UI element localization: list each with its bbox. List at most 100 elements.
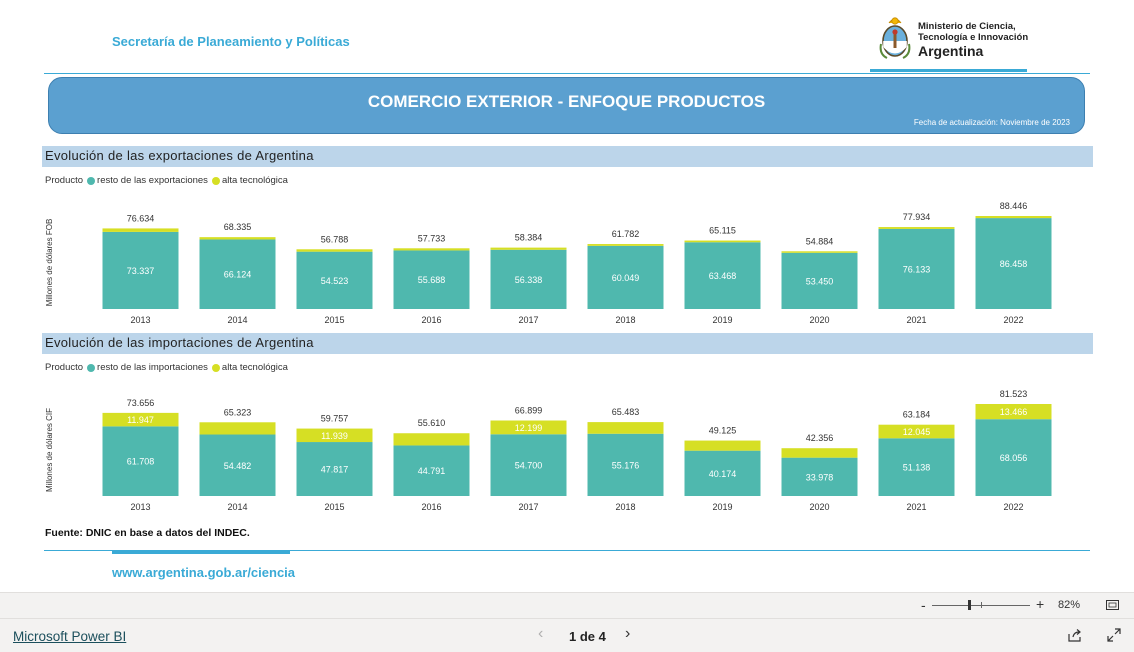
logo-underline [870, 69, 1027, 72]
imports-x-tick-label: 2022 [1003, 502, 1023, 512]
imports-data-label: 44.791 [418, 466, 446, 476]
exports-bar-alta-2019 [684, 240, 761, 243]
imports-bar-alta-2020 [781, 448, 858, 458]
chevron-right-icon[interactable]: › [625, 625, 630, 643]
exports-x-tick-label: 2019 [712, 315, 732, 325]
exports-bar-alta-2022 [975, 216, 1052, 219]
exports-total-label: 58.384 [515, 233, 543, 243]
report-page: Secretaría de Planeamiento y Políticas M… [0, 0, 1134, 592]
imports-data-label: 61.708 [127, 457, 155, 467]
imports-bar-alta-2014 [199, 422, 276, 435]
logo-line-1: Ministerio de Ciencia, [918, 21, 1016, 32]
imports-total-label: 73.656 [127, 398, 155, 408]
imports-data-label: 47.817 [321, 465, 349, 475]
imports-bar-alta-2018 [587, 422, 664, 434]
imports-x-tick-label: 2013 [130, 502, 150, 512]
exports-data-label: 86.458 [1000, 259, 1028, 269]
exports-bar-alta-2020 [781, 251, 858, 253]
chevron-left-icon[interactable]: ‹ [538, 625, 543, 643]
ministry-logo: Ministerio de Ciencia, Tecnología e Inno… [876, 12, 1036, 64]
imports-data-label: 54.482 [224, 461, 252, 471]
imports-data-label: 12.199 [515, 423, 543, 433]
report-title: COMERCIO EXTERIOR - ENFOQUE PRODUCTOS [367, 92, 766, 111]
imports-data-label: 40.174 [709, 469, 737, 479]
exports-total-label: 65.115 [709, 226, 736, 236]
imports-x-tick-label: 2018 [615, 502, 635, 512]
exports-bar-alta-2015 [296, 249, 373, 252]
imports-legend-alta[interactable]: alta tecnológica [222, 362, 288, 373]
imports-legend-title: Producto [45, 362, 84, 373]
exports-x-tick-label: 2013 [130, 315, 150, 325]
exports-chart-title: Evolución de las exportaciones de Argent… [45, 148, 314, 163]
imports-y-axis-label: Millones de dólares CIF [45, 408, 54, 492]
imports-data-label: 33.978 [806, 472, 834, 482]
exports-x-tick-label: 2018 [615, 315, 635, 325]
exports-bar-alta-2016 [393, 248, 470, 251]
exports-bar-alta-2014 [199, 237, 276, 240]
exports-data-label: 55.688 [418, 275, 446, 285]
exports-x-tick-label: 2022 [1003, 315, 1023, 325]
imports-data-label: 11.939 [321, 431, 348, 441]
imports-x-tick-label: 2021 [906, 502, 926, 512]
exports-bar-alta-2013 [102, 228, 179, 232]
imports-data-label: 51.138 [903, 463, 931, 473]
imports-total-label: 42.356 [806, 433, 834, 443]
exports-chart: Millones de dólares FOB 73.337 76.634 2013 6… [45, 201, 1052, 325]
logo-line-2: Tecnología e Innovación [918, 32, 1029, 43]
exports-x-tick-label: 2015 [324, 315, 344, 325]
exports-total-label: 68.335 [224, 222, 252, 232]
site-link[interactable]: www.argentina.gob.ar/ciencia [112, 565, 295, 580]
imports-total-label: 65.483 [612, 407, 640, 417]
legend-resto-swatch [87, 363, 96, 372]
exports-total-label: 61.782 [612, 229, 640, 239]
imports-legend-resto[interactable]: resto de las importaciones [97, 362, 208, 373]
page-indicator: 1 de 4 [569, 629, 606, 644]
exports-legend-alta[interactable]: alta tecnológica [222, 175, 288, 186]
exports-data-label: 76.133 [903, 264, 931, 274]
exports-bar-alta-2021 [878, 227, 955, 229]
exports-bar-alta-2018 [587, 244, 664, 246]
exports-data-label: 60.049 [612, 273, 640, 283]
secretaria-label: Secretaría de Planeamiento y Políticas [112, 34, 350, 49]
exports-total-label: 88.446 [1000, 201, 1028, 211]
exports-legend-title: Producto [45, 175, 84, 186]
imports-data-label: 13.466 [1000, 407, 1028, 417]
imports-legend: Producto resto de las importaciones alta… [45, 362, 288, 373]
expand-icon[interactable] [1107, 628, 1121, 642]
imports-bar-alta-2019 [684, 440, 761, 451]
powerbi-footer: Microsoft Power BI ‹ 1 de 4 › [0, 618, 1134, 652]
title-banner: COMERCIO EXTERIOR - ENFOQUE PRODUCTOS Fe… [48, 77, 1085, 134]
exports-x-tick-label: 2014 [227, 315, 247, 325]
exports-data-label: 73.337 [127, 266, 155, 276]
top-divider [44, 73, 1090, 74]
powerbi-link[interactable]: Microsoft Power BI [13, 629, 126, 644]
exports-total-label: 57.733 [418, 233, 446, 243]
imports-x-tick-label: 2015 [324, 502, 344, 512]
zoom-in-button[interactable]: + [1036, 596, 1044, 612]
imports-total-label: 63.184 [903, 410, 931, 420]
zoom-bar: - + 82% [0, 592, 1134, 618]
imports-bar-alta-2016 [393, 433, 470, 446]
exports-data-label: 53.450 [806, 276, 834, 286]
imports-x-tick-label: 2017 [518, 502, 538, 512]
legend-alta-swatch [211, 176, 220, 185]
zoom-out-button[interactable]: - [921, 597, 926, 613]
zoom-level: 82% [1058, 599, 1081, 611]
exports-x-tick-label: 2017 [518, 315, 538, 325]
share-icon[interactable] [1067, 628, 1082, 643]
imports-data-label: 11.947 [127, 415, 154, 425]
exports-legend-resto[interactable]: resto de las exportaciones [97, 175, 208, 186]
imports-x-tick-label: 2020 [809, 502, 829, 512]
exports-legend: Producto resto de las exportaciones alta… [45, 175, 288, 186]
exports-x-tick-label: 2016 [421, 315, 441, 325]
fit-to-page-icon[interactable] [1106, 600, 1119, 610]
legend-resto-swatch [87, 176, 96, 185]
exports-total-label: 77.934 [903, 212, 931, 222]
zoom-slider-thumb[interactable] [968, 600, 971, 610]
exports-total-label: 76.634 [127, 213, 155, 223]
imports-x-tick-label: 2014 [227, 502, 247, 512]
exports-total-label: 56.788 [321, 234, 349, 244]
imports-total-label: 81.523 [1000, 389, 1028, 399]
imports-total-label: 49.125 [709, 426, 737, 436]
update-date: Fecha de actualización: Noviembre de 202… [913, 118, 1070, 127]
